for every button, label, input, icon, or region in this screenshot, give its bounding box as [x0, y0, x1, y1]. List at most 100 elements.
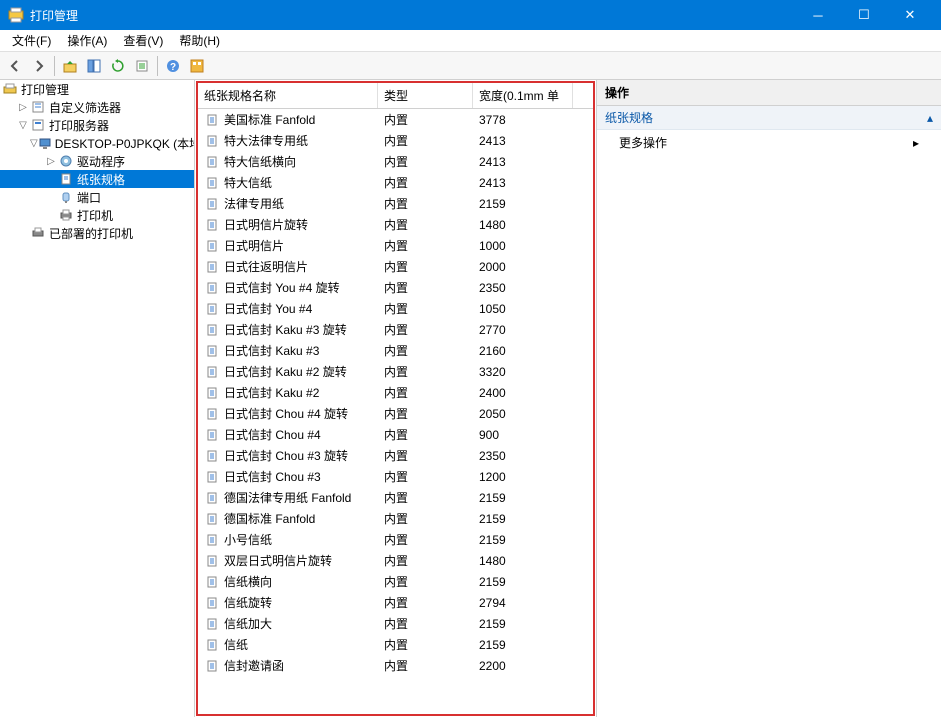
row-width: 1200 [473, 470, 573, 484]
tree-server[interactable]: ▽ DESKTOP-P0JPKQK (本地) [0, 134, 194, 152]
table-row[interactable]: 德国法律专用纸 Fanfold内置2159 [198, 487, 593, 508]
row-width: 2160 [473, 344, 573, 358]
row-type: 内置 [378, 279, 473, 296]
row-name: 信封邀请函 [224, 657, 284, 674]
tree-ports-label: 端口 [77, 189, 101, 206]
table-row[interactable]: 日式信封 You #4 旋转内置2350 [198, 277, 593, 298]
collapse-icon[interactable]: ▽ [30, 138, 38, 149]
table-row[interactable]: 日式信封 Chou #4 旋转内置2050 [198, 403, 593, 424]
app-icon [8, 7, 24, 23]
actions-more-label: 更多操作 [619, 134, 667, 151]
tree-root[interactable]: 打印管理 [0, 80, 194, 98]
form-icon [204, 280, 220, 296]
menu-help[interactable]: 帮助(H) [171, 30, 228, 51]
column-header-name[interactable]: 纸张规格名称 [198, 83, 378, 108]
actions-more[interactable]: 更多操作 ▸ [597, 130, 941, 155]
table-row[interactable]: 日式明信片旋转内置1480 [198, 214, 593, 235]
form-icon [204, 574, 220, 590]
table-row[interactable]: 特大信纸横向内置2413 [198, 151, 593, 172]
table-row[interactable]: 特大法律专用纸内置2413 [198, 130, 593, 151]
form-icon [204, 427, 220, 443]
table-row[interactable]: 日式往返明信片内置2000 [198, 256, 593, 277]
forward-button[interactable] [28, 55, 50, 77]
column-header-type[interactable]: 类型 [378, 83, 473, 108]
table-row[interactable]: 美国标准 Fanfold内置3778 [198, 109, 593, 130]
table-row[interactable]: 双层日式明信片旋转内置1480 [198, 550, 593, 571]
up-level-button[interactable] [59, 55, 81, 77]
menu-view[interactable]: 查看(V) [115, 30, 171, 51]
table-row[interactable]: 日式信封 Chou #3 旋转内置2350 [198, 445, 593, 466]
tree-ports[interactable]: 端口 [0, 188, 194, 206]
row-name: 日式信封 You #4 [224, 300, 312, 317]
svg-text:?: ? [170, 62, 176, 73]
row-type: 内置 [378, 342, 473, 359]
row-name: 小号信纸 [224, 531, 272, 548]
tree-custom-filters[interactable]: ▷ 自定义筛选器 [0, 98, 194, 116]
table-row[interactable]: 日式信封 Kaku #2内置2400 [198, 382, 593, 403]
form-icon [204, 154, 220, 170]
table-row[interactable]: 德国标准 Fanfold内置2159 [198, 508, 593, 529]
table-row[interactable]: 信纸内置2159 [198, 634, 593, 655]
table-row[interactable]: 日式信封 Chou #3内置1200 [198, 466, 593, 487]
tree-drivers[interactable]: ▷ 驱动程序 [0, 152, 194, 170]
help-button[interactable]: ? [162, 55, 184, 77]
table-row[interactable]: 日式信封 Chou #4内置900 [198, 424, 593, 445]
form-icon [204, 175, 220, 191]
row-type: 内置 [378, 510, 473, 527]
filter-icon [30, 99, 46, 115]
tree-deployed[interactable]: 已部署的打印机 [0, 224, 194, 242]
close-button[interactable]: ✕ [887, 0, 933, 30]
table-row[interactable]: 日式信封 Kaku #3内置2160 [198, 340, 593, 361]
row-name: 日式信封 Kaku #3 旋转 [224, 321, 347, 338]
table-row[interactable]: 法律专用纸内置2159 [198, 193, 593, 214]
row-type: 内置 [378, 153, 473, 170]
export-list-button[interactable] [131, 55, 153, 77]
menu-action[interactable]: 操作(A) [59, 30, 115, 51]
show-hide-tree-button[interactable] [83, 55, 105, 77]
table-row[interactable]: 信纸横向内置2159 [198, 571, 593, 592]
table-row[interactable]: 日式信封 Kaku #3 旋转内置2770 [198, 319, 593, 340]
list-body[interactable]: 美国标准 Fanfold内置3778特大法律专用纸内置2413特大信纸横向内置2… [198, 109, 593, 714]
row-type: 内置 [378, 426, 473, 443]
collapse-icon[interactable]: ▽ [16, 120, 30, 131]
row-name: 特大信纸 [224, 174, 272, 191]
toolbar-separator [54, 56, 55, 76]
table-row[interactable]: 日式信封 Kaku #2 旋转内置3320 [198, 361, 593, 382]
tree-forms[interactable]: 纸张规格 [0, 170, 194, 188]
row-name: 德国标准 Fanfold [224, 510, 315, 527]
titlebar: 打印管理 ─ ☐ ✕ [0, 0, 941, 30]
row-width: 2000 [473, 260, 573, 274]
actions-header: 操作 [597, 80, 941, 106]
refresh-button[interactable] [107, 55, 129, 77]
server-icon [30, 117, 46, 133]
list-header: 纸张规格名称 类型 宽度(0.1mm 单 [198, 83, 593, 109]
table-row[interactable]: 小号信纸内置2159 [198, 529, 593, 550]
properties-button[interactable] [186, 55, 208, 77]
row-type: 内置 [378, 363, 473, 380]
row-width: 2050 [473, 407, 573, 421]
menubar: 文件(F) 操作(A) 查看(V) 帮助(H) [0, 30, 941, 52]
table-row[interactable]: 信纸加大内置2159 [198, 613, 593, 634]
actions-group-header[interactable]: 纸张规格 ▴ [597, 106, 941, 130]
row-width: 900 [473, 428, 573, 442]
menu-file[interactable]: 文件(F) [4, 30, 59, 51]
form-icon [204, 658, 220, 674]
back-button[interactable] [4, 55, 26, 77]
window-title: 打印管理 [30, 7, 795, 24]
row-name: 日式明信片 [224, 237, 284, 254]
tree-printers[interactable]: 打印机 [0, 206, 194, 224]
row-name: 日式信封 Chou #3 旋转 [224, 447, 348, 464]
expand-icon[interactable]: ▷ [16, 102, 30, 113]
table-row[interactable]: 日式明信片内置1000 [198, 235, 593, 256]
table-row[interactable]: 特大信纸内置2413 [198, 172, 593, 193]
table-row[interactable]: 信封邀请函内置2200 [198, 655, 593, 676]
maximize-button[interactable]: ☐ [841, 0, 887, 30]
column-header-width[interactable]: 宽度(0.1mm 单 [473, 83, 573, 108]
expand-icon[interactable]: ▷ [44, 156, 58, 167]
tree-print-servers[interactable]: ▽ 打印服务器 [0, 116, 194, 134]
table-row[interactable]: 日式信封 You #4内置1050 [198, 298, 593, 319]
form-icon [204, 469, 220, 485]
collapse-up-icon[interactable]: ▴ [927, 111, 933, 125]
minimize-button[interactable]: ─ [795, 0, 841, 30]
table-row[interactable]: 信纸旋转内置2794 [198, 592, 593, 613]
